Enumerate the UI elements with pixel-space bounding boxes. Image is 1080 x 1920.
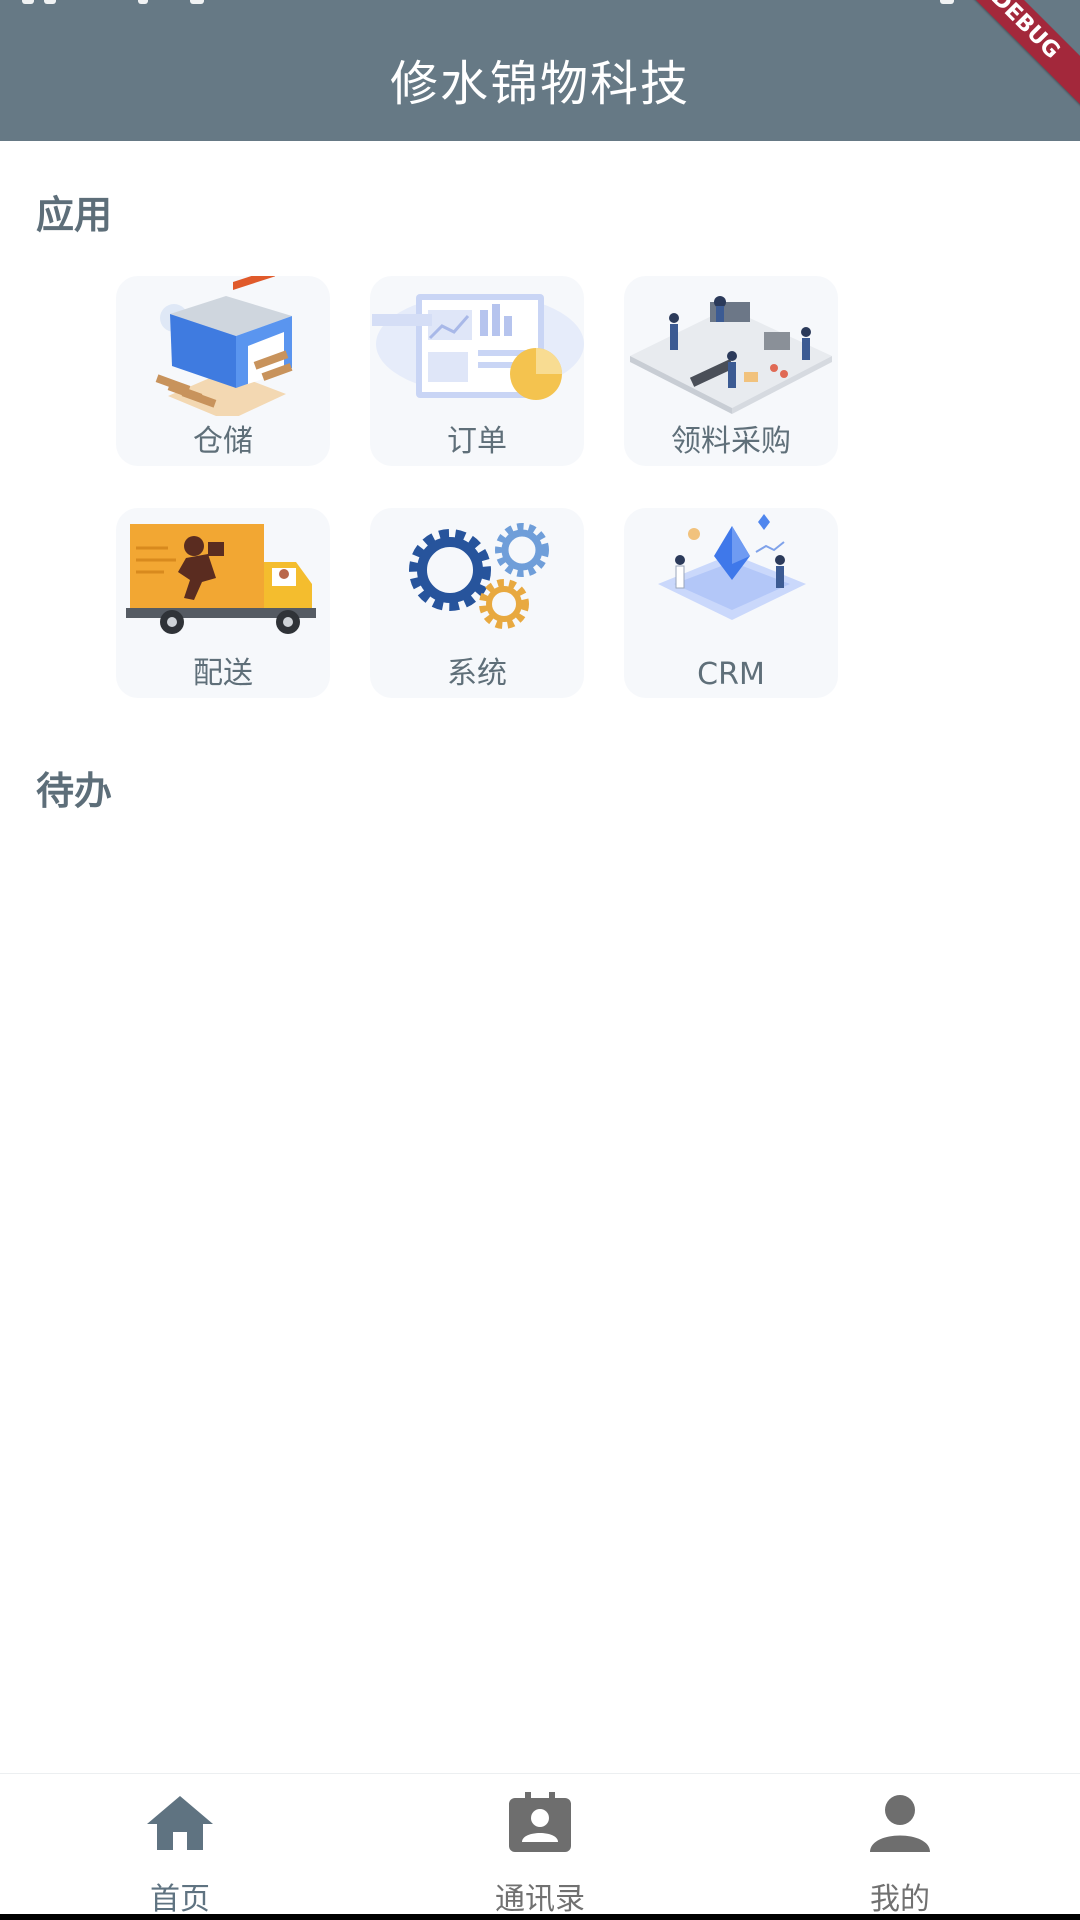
order-dashboard-icon [372, 294, 584, 400]
person-icon [870, 1795, 930, 1852]
app-tile-label: 订单 [447, 424, 507, 459]
status-icon [138, 0, 148, 4]
status-icon [190, 0, 204, 4]
status-bar [0, 0, 1080, 8]
warehouse-icon [155, 276, 293, 416]
bottom-navigation: 首页 通讯录 我的 [0, 1773, 1080, 1920]
nav-label: 通讯录 [495, 1882, 585, 1917]
nav-item-me[interactable]: 我的 [720, 1774, 1080, 1920]
app-tile-label: CRM [697, 657, 765, 692]
crm-crystal-icon [658, 514, 806, 620]
procurement-office-icon [630, 296, 832, 414]
todo-section-title: 待办 [36, 769, 113, 813]
app-tile-label: 仓储 [193, 424, 253, 459]
status-icon [44, 0, 56, 4]
gears-icon [409, 523, 549, 629]
app-screen: 修水锦物科技 DEBUG 应用 仓储 订单 领料采购 配送 系统 CRM 待办 … [0, 0, 1080, 1920]
app-tile-warehouse[interactable]: 仓储 [116, 276, 330, 466]
app-tile-label: 系统 [447, 656, 507, 691]
app-tile-label: 配送 [193, 656, 253, 691]
battery-icon [940, 0, 954, 4]
app-tile-delivery[interactable]: 配送 [116, 508, 330, 698]
nav-item-home[interactable]: 首页 [0, 1774, 360, 1920]
home-icon [147, 1796, 213, 1850]
page-title: 修水锦物科技 [389, 56, 690, 112]
nav-item-contacts[interactable]: 通讯录 [360, 1774, 720, 1920]
app-tile-crm[interactable]: CRM [624, 508, 838, 698]
apps-section-title: 应用 [36, 193, 113, 237]
contacts-icon [509, 1792, 571, 1852]
delivery-truck-icon [126, 524, 316, 634]
nav-label: 首页 [150, 1882, 210, 1917]
status-icon [22, 0, 34, 4]
app-bar: 修水锦物科技 DEBUG [0, 0, 1080, 141]
nav-label: 我的 [870, 1882, 930, 1917]
app-tile-procurement[interactable]: 领料采购 [624, 276, 838, 466]
app-tile-orders[interactable]: 订单 [370, 276, 584, 466]
app-tile-label: 领料采购 [671, 424, 791, 459]
app-tile-system[interactable]: 系统 [370, 508, 584, 698]
screen-bottom-edge [0, 1914, 1080, 1920]
